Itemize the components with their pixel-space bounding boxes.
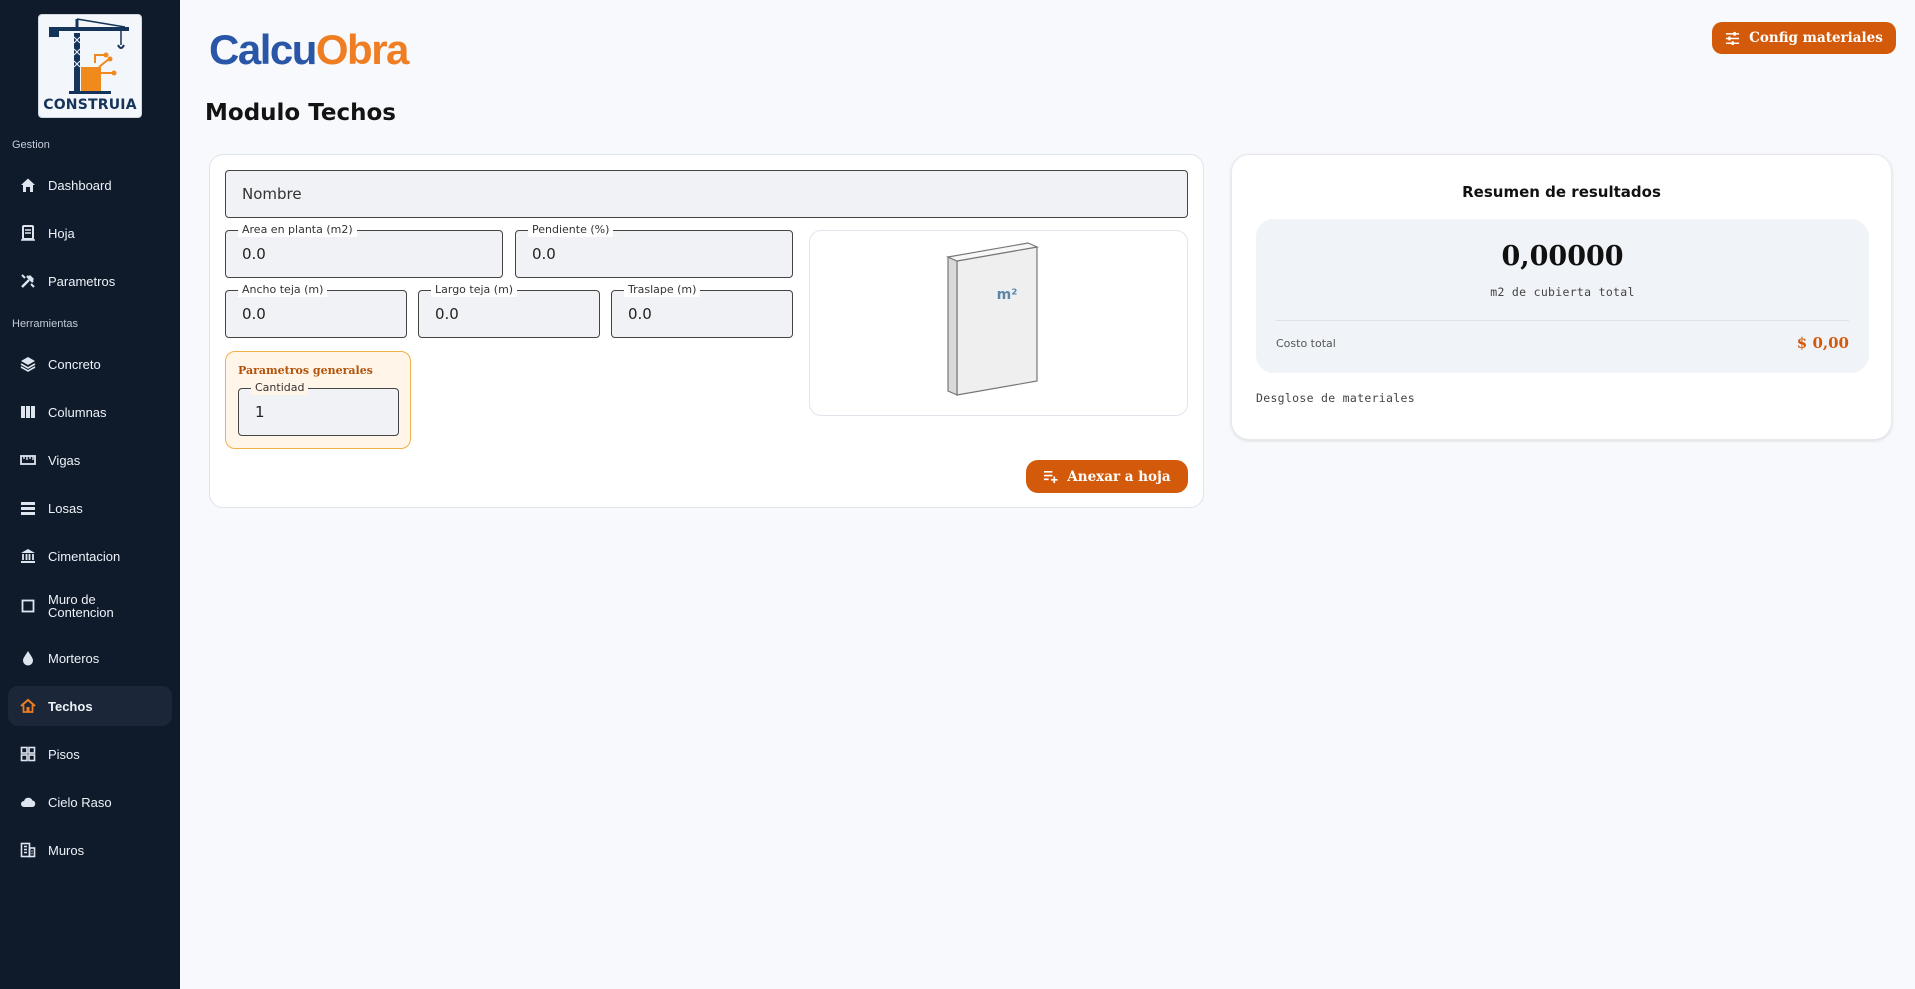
calcuobra-logo: CalcuObra <box>209 26 410 74</box>
m2-label: m² <box>997 287 1018 303</box>
square-icon <box>20 598 36 614</box>
results-summary-panel: 0,00000 m2 de cubierta total Costo total… <box>1256 219 1869 373</box>
traslape-label: Traslape (m) <box>624 283 701 297</box>
resumen-de-resultados-card: Resumen de resultados 0,00000 m2 de cubi… <box>1231 154 1892 440</box>
slabs-icon <box>20 500 36 516</box>
sidebar-item-label: Cimentacion <box>48 548 121 564</box>
sidebar-item-label: Parametros <box>48 273 116 289</box>
pendiente-label: Pendiente (%) <box>528 223 614 237</box>
ancho-teja-input[interactable] <box>226 291 406 337</box>
sidebar-item-columnas[interactable]: Columnas <box>8 392 172 432</box>
parametros-generales-box: Parametros generales Cantidad <box>225 351 411 449</box>
cantidad-field[interactable]: Cantidad <box>238 381 399 436</box>
area-en-planta-label: Area en planta (m2) <box>238 223 357 237</box>
largo-teja-field[interactable]: Largo teja (m) <box>418 283 600 338</box>
desglose-de-materiales-label: Desglose de materiales <box>1256 391 1415 405</box>
largo-teja-input[interactable] <box>419 291 599 337</box>
cantidad-input[interactable] <box>239 389 398 435</box>
total-area-unit: m2 de cubierta total <box>1490 285 1635 299</box>
anexar-a-hoja-button[interactable]: Anexar a hoja <box>1026 460 1188 493</box>
total-area-value: 0,00000 <box>1501 241 1624 272</box>
sidebar-item-label: Techos <box>48 698 93 714</box>
brand-part-1: Calcu <box>209 26 317 73</box>
pendiente-input[interactable] <box>516 231 792 277</box>
config-materiales-label: Config materiales <box>1749 30 1883 46</box>
roof-sheet-illustration: m² <box>945 242 1040 396</box>
page-title: Modulo Techos <box>205 100 396 126</box>
roof-sheet-illustration-box: m² <box>809 230 1188 416</box>
results-title: Resumen de resultados <box>1462 183 1661 201</box>
bank-icon <box>20 548 36 564</box>
sidebar-item-techos[interactable]: Techos <box>8 686 172 726</box>
sidebar-item-dashboard[interactable]: Dashboard <box>8 165 172 205</box>
nombre-field[interactable] <box>225 170 1188 218</box>
grid-icon <box>20 746 36 762</box>
sidebar-item-label: Muros <box>48 842 85 858</box>
sidebar-item-label: Cielo Raso <box>48 794 112 810</box>
sidebar-item-label: Hoja <box>48 225 75 241</box>
playlist-add-icon <box>1044 470 1058 484</box>
costo-total-label: Costo total <box>1276 337 1336 350</box>
area-en-planta-field[interactable]: Area en planta (m2) <box>225 223 503 278</box>
sidebar-item-label: Muro de Contencion <box>48 592 114 620</box>
sidebar-item-cielo-raso[interactable]: Cielo Raso <box>8 782 172 822</box>
anexar-a-hoja-label: Anexar a hoja <box>1067 468 1171 485</box>
sheet-icon <box>20 225 36 241</box>
area-en-planta-input[interactable] <box>226 231 502 277</box>
sidebar-item-label: Morteros <box>48 650 100 666</box>
techos-form-card: Area en planta (m2) Pendiente (%) Ancho … <box>209 154 1204 508</box>
traslape-input[interactable] <box>612 291 792 337</box>
ruler-icon <box>20 452 36 468</box>
sidebar-item-label: Pisos <box>48 746 80 762</box>
sidebar-item-cimentacion[interactable]: Cimentacion <box>8 536 172 576</box>
sidebar-item-concreto[interactable]: Concreto <box>8 344 172 384</box>
building-icon <box>20 842 36 858</box>
sidebar: CONSTRUIA Gestion Dashboard Hoja Paramet… <box>0 0 180 989</box>
construia-logo[interactable]: CONSTRUIA <box>38 14 142 118</box>
cloud-icon <box>20 794 36 810</box>
cantidad-label: Cantidad <box>251 381 309 395</box>
nombre-input[interactable] <box>226 171 1187 217</box>
layers-icon <box>20 356 36 372</box>
config-materiales-button[interactable]: Config materiales <box>1712 22 1896 54</box>
ancho-teja-label: Ancho teja (m) <box>238 283 328 297</box>
sidebar-item-pisos[interactable]: Pisos <box>8 734 172 774</box>
sidebar-item-muros[interactable]: Muros <box>8 830 172 870</box>
drop-icon <box>20 650 36 666</box>
logo-text: CONSTRUIA <box>43 97 137 113</box>
tools-icon <box>20 273 36 289</box>
results-divider <box>1276 320 1849 321</box>
parametros-generales-title: Parametros generales <box>238 364 373 377</box>
brand-part-2: Obra <box>315 26 410 73</box>
section-label-herramientas: Herramientas <box>12 318 79 330</box>
roof-icon <box>20 698 36 714</box>
sidebar-item-label: Losas <box>48 500 83 516</box>
largo-teja-label: Largo teja (m) <box>431 283 518 297</box>
sidebar-item-muro-de-contencion[interactable]: Muro de Contencion <box>8 585 172 627</box>
pendiente-field[interactable]: Pendiente (%) <box>515 223 793 278</box>
sliders-icon <box>1726 31 1740 45</box>
sidebar-item-label: Vigas <box>48 452 81 468</box>
sidebar-item-vigas[interactable]: Vigas <box>8 440 172 480</box>
traslape-field[interactable]: Traslape (m) <box>611 283 793 338</box>
costo-total-value: $ 0,00 <box>1796 334 1849 352</box>
sidebar-item-parametros[interactable]: Parametros <box>8 261 172 301</box>
home-icon <box>20 177 36 193</box>
columns-icon <box>20 404 36 420</box>
sidebar-item-label: Columnas <box>48 404 107 420</box>
sidebar-item-losas[interactable]: Losas <box>8 488 172 528</box>
sidebar-item-label: Concreto <box>48 356 101 372</box>
section-label-gestion: Gestion <box>12 139 50 151</box>
sidebar-item-label: Dashboard <box>48 177 112 193</box>
ancho-teja-field[interactable]: Ancho teja (m) <box>225 283 407 338</box>
sidebar-item-hoja[interactable]: Hoja <box>8 213 172 253</box>
sidebar-item-morteros[interactable]: Morteros <box>8 638 172 678</box>
